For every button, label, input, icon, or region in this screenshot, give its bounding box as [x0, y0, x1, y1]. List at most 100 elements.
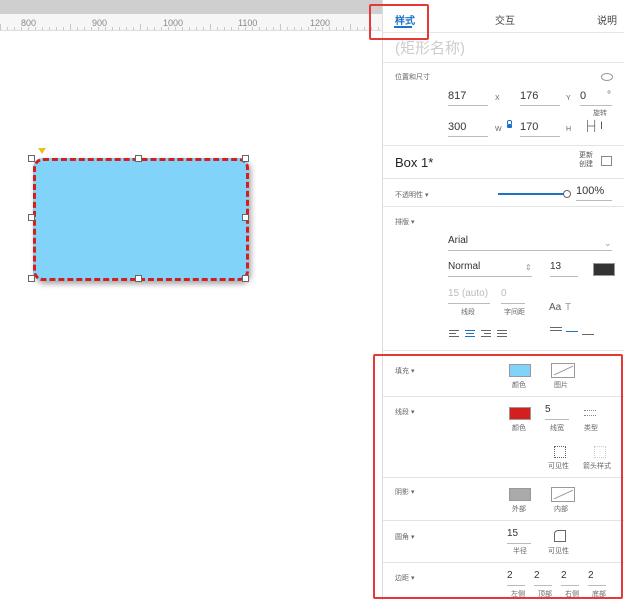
- ruler-tick: [364, 27, 365, 30]
- ruler-label-1200: 1200: [310, 18, 331, 28]
- opacity-slider-track[interactable]: [498, 193, 566, 195]
- ruler-tick: [112, 27, 113, 30]
- line-height-input[interactable]: 15 (auto): [448, 288, 490, 304]
- fit-width-icon[interactable]: ├┤: [584, 121, 598, 132]
- ruler-tick: [266, 27, 267, 30]
- ruler-tick: [28, 27, 29, 30]
- line-height-label: 线段: [461, 309, 475, 316]
- ruler-tick: [147, 27, 148, 30]
- letter-spacing-input[interactable]: 0: [501, 288, 525, 304]
- resize-handle-bottom[interactable]: [135, 275, 142, 282]
- ruler-tick: [175, 27, 176, 30]
- align-left-icon[interactable]: [449, 330, 459, 338]
- shape-name-input[interactable]: (矩形名称): [395, 37, 465, 58]
- typography-label[interactable]: 排版 ▾: [395, 217, 414, 227]
- valign-bottom-icon[interactable]: [582, 334, 594, 342]
- resize-handle-bottom-left[interactable]: [28, 275, 35, 282]
- divider: [383, 350, 624, 351]
- horizontal-ruler: 800 900 1000 1100 1200: [0, 0, 382, 31]
- ruler-tick: [14, 27, 15, 30]
- ruler-tick: [7, 27, 8, 30]
- valign-middle-icon[interactable]: [566, 331, 578, 339]
- rotation-unit: °: [607, 90, 611, 101]
- design-canvas[interactable]: 800 900 1000 1100 1200: [0, 0, 382, 600]
- ruler-tick: [133, 27, 134, 30]
- opacity-input[interactable]: 100%: [576, 185, 612, 201]
- text-shadow-icon[interactable]: T: [565, 302, 571, 313]
- edit-style-icon[interactable]: [601, 156, 612, 166]
- divider: [383, 62, 624, 63]
- x-input[interactable]: 817: [448, 90, 488, 106]
- ruler-tick: [98, 27, 99, 30]
- ruler-tick: [336, 27, 337, 30]
- ruler-tick: [343, 27, 344, 30]
- ruler-tick: [105, 27, 106, 30]
- update-label: 更新: [579, 152, 593, 159]
- width-label: W: [495, 126, 502, 133]
- ruler-tick: [196, 27, 197, 30]
- ruler-band: [0, 0, 382, 14]
- eye-icon[interactable]: [601, 73, 613, 81]
- ruler-tick: [56, 27, 57, 30]
- create-label: 创建: [579, 161, 593, 168]
- font-size-input[interactable]: 13: [550, 261, 578, 277]
- resize-handle-left[interactable]: [28, 214, 35, 221]
- ruler-tick: [42, 27, 43, 30]
- resize-handle-right[interactable]: [242, 214, 249, 221]
- ruler-tick: [287, 27, 288, 30]
- style-name-title[interactable]: Box 1*: [395, 155, 433, 170]
- position-size-label: 位置和尺寸: [395, 74, 430, 81]
- inspector-tabs: 样式 交互 说明: [369, 0, 624, 40]
- ruler-tick: [217, 27, 218, 30]
- update-create-style[interactable]: 更新 创建: [579, 151, 593, 169]
- ruler-label-1100: 1100: [238, 18, 258, 28]
- anchor-marker-icon[interactable]: [38, 148, 46, 154]
- resize-handle-top-right[interactable]: [242, 155, 249, 162]
- ruler-tick: [273, 27, 274, 30]
- align-right-icon[interactable]: [481, 330, 491, 338]
- y-input[interactable]: 176: [520, 90, 560, 106]
- align-justify-icon[interactable]: [497, 330, 507, 338]
- font-family-select[interactable]: Arial: [448, 235, 612, 251]
- ruler-tick: [70, 24, 71, 30]
- ruler-tick: [294, 27, 295, 30]
- ruler-tick: [224, 27, 225, 30]
- font-weight-select[interactable]: Normal: [448, 261, 532, 277]
- ruler-tick: [252, 27, 253, 30]
- opacity-slider-knob[interactable]: [563, 190, 571, 198]
- ruler-tick: [301, 27, 302, 30]
- rotation-label: 旋转: [593, 110, 607, 117]
- resize-handle-top[interactable]: [135, 155, 142, 162]
- text-color-swatch[interactable]: [593, 263, 615, 276]
- ruler-tick: [119, 27, 120, 30]
- tab-notes[interactable]: 说明: [597, 12, 617, 27]
- ruler-tick: [161, 27, 162, 30]
- ruler-tick: [189, 27, 190, 30]
- weight-stepper-icon[interactable]: ⇕: [525, 263, 532, 272]
- lock-icon[interactable]: [507, 120, 512, 128]
- ruler-tick: [84, 27, 85, 30]
- align-center-icon[interactable]: [465, 330, 475, 338]
- selected-rectangle-shape[interactable]: [33, 158, 249, 281]
- resize-handle-top-left[interactable]: [28, 155, 35, 162]
- divider: [383, 178, 624, 179]
- ruler-tick: [210, 24, 211, 30]
- valign-top-icon[interactable]: [550, 327, 562, 335]
- fit-height-icon[interactable]: Ⅰ: [600, 121, 603, 132]
- font-dropdown-chevron-icon[interactable]: ⌄: [604, 238, 612, 249]
- height-input[interactable]: 170: [520, 121, 560, 137]
- style-section-highlight-box: [373, 354, 623, 599]
- ruler-tick: [182, 27, 183, 30]
- ruler-tick: [35, 27, 36, 30]
- opacity-label[interactable]: 不透明性 ▾: [395, 190, 428, 200]
- ruler-tick: [231, 27, 232, 30]
- ruler-tick: [63, 27, 64, 30]
- resize-handle-bottom-right[interactable]: [242, 275, 249, 282]
- tab-highlight-box: [369, 4, 429, 40]
- ruler-tick: [21, 27, 22, 30]
- tab-interaction[interactable]: 交互: [495, 12, 515, 27]
- ruler-tick: [315, 27, 316, 30]
- ruler-tick: [203, 27, 204, 30]
- text-case-icon[interactable]: Aa: [549, 302, 561, 313]
- width-input[interactable]: 300: [448, 121, 488, 137]
